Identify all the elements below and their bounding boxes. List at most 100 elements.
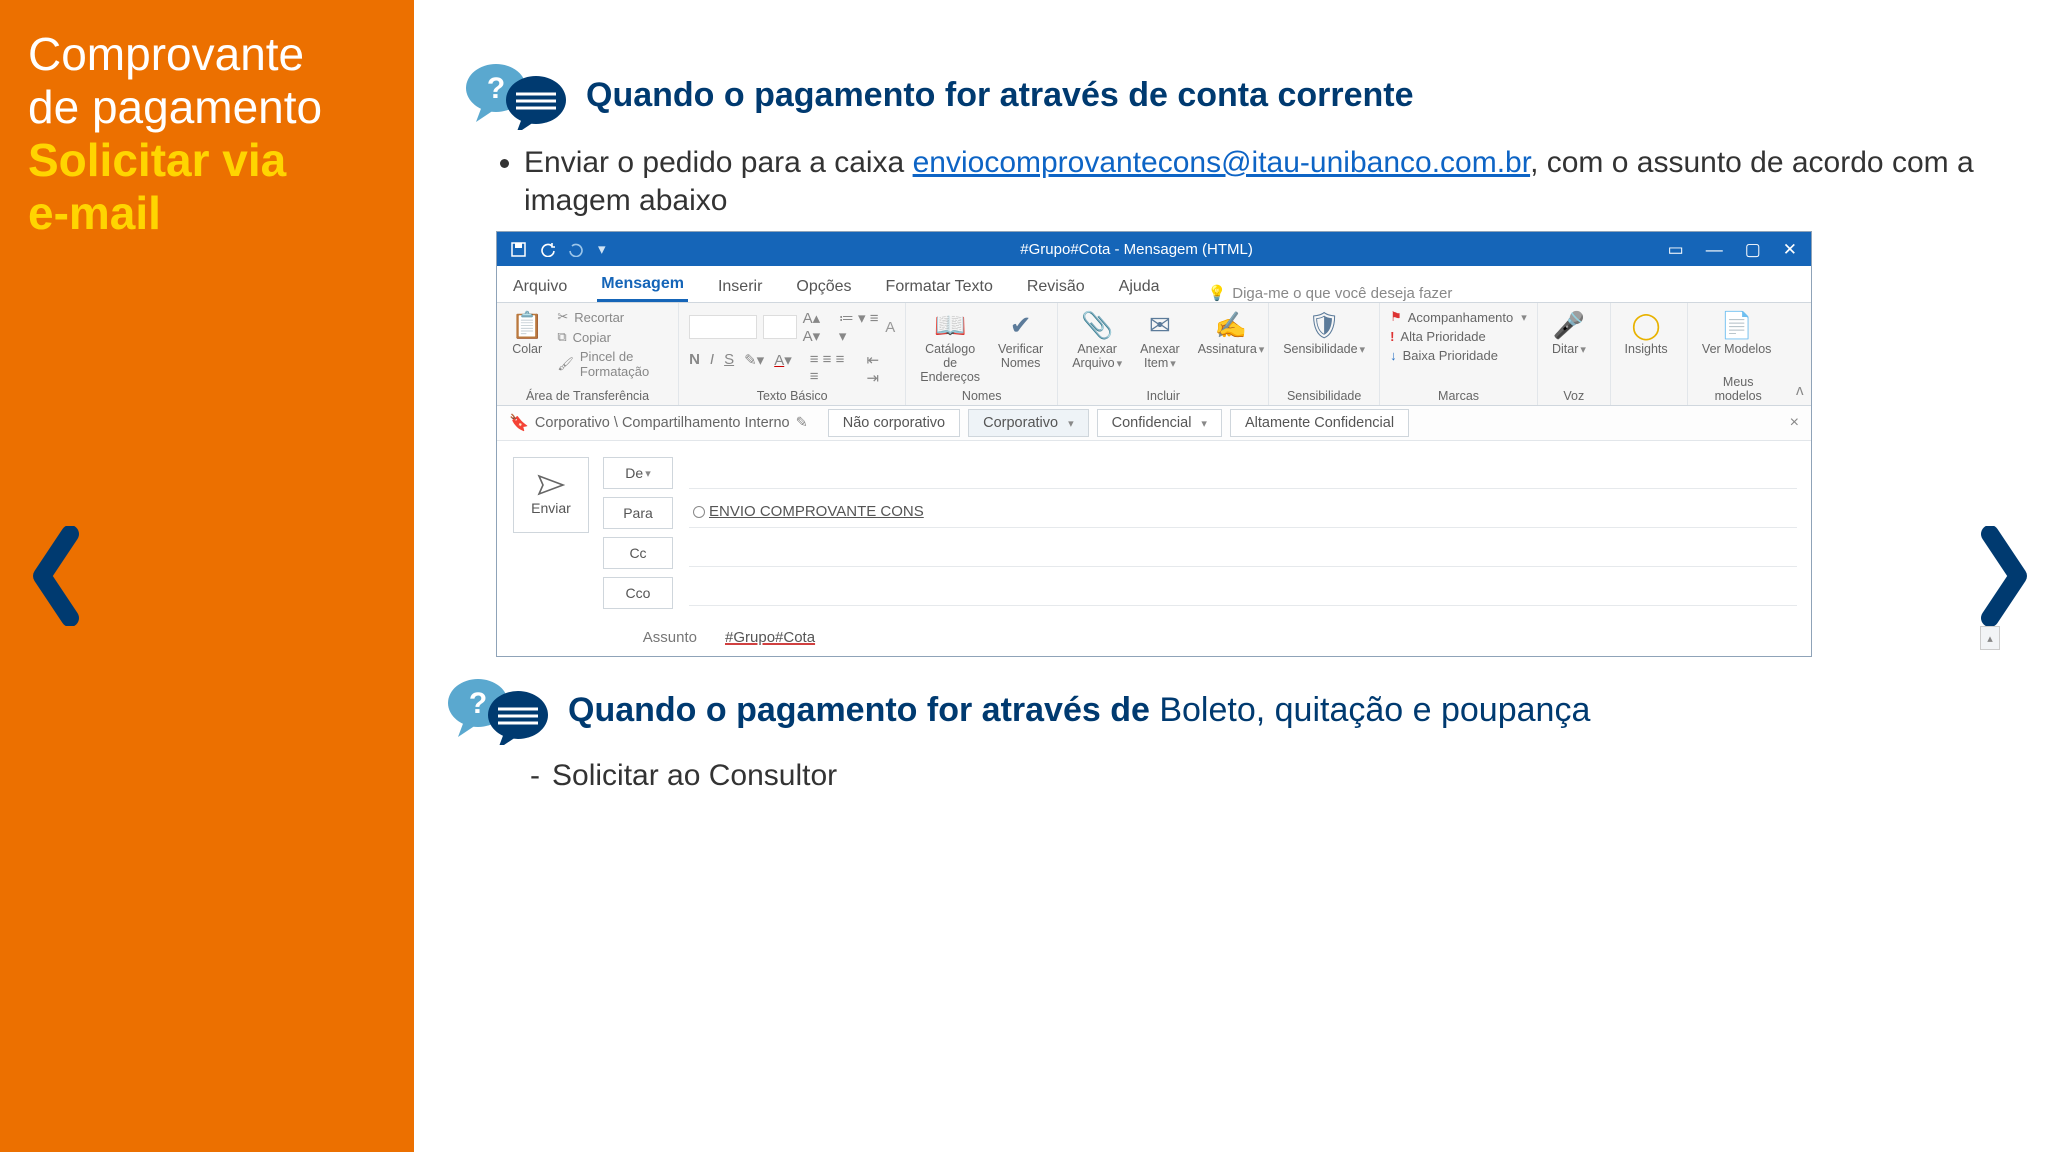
dash-bullet: - (530, 759, 552, 793)
insights-label: Insights (1625, 343, 1668, 357)
minimize-icon[interactable]: — (1706, 241, 1723, 258)
signature-label: Assinatura▾ (1198, 343, 1265, 357)
checknames-label: Verificar Nomes (998, 343, 1043, 371)
sensitivity-current: 🔖Corporativo \ Compartilhamento Interno … (497, 413, 820, 433)
tab-ajuda[interactable]: Ajuda (1115, 278, 1164, 302)
collapse-ribbon-button[interactable]: ʌ (1788, 303, 1811, 405)
outdent-icon[interactable]: A (885, 319, 895, 336)
bold-button[interactable]: N (689, 351, 700, 387)
cc-button[interactable]: Cc (603, 537, 673, 569)
dictate-label: Ditar▾ (1552, 343, 1586, 357)
dictate-button[interactable]: 🎤Ditar▾ (1548, 309, 1590, 357)
attach-file-label: Anexar Arquivo▾ (1072, 343, 1122, 371)
view-templates-button[interactable]: 📄Ver Modelos (1698, 309, 1775, 357)
signature-button[interactable]: ✍ Assinatura▾ (1194, 309, 1269, 357)
sens-opt-nao-corporativo[interactable]: Não corporativo (828, 409, 960, 437)
chat-question-icon: ? (462, 60, 570, 130)
sensitivity-bar: 🔖Corporativo \ Compartilhamento Interno … (497, 406, 1811, 441)
section2-heading-light: Boleto, quitação e poupança (1159, 691, 1590, 729)
list-buttons[interactable]: ≔ ▾ ≡ ▾ (839, 309, 879, 345)
close-sensitivity-bar[interactable]: × (1790, 414, 1799, 432)
section2-list: -Solicitar ao Consultor (530, 759, 1974, 793)
to-button[interactable]: Para (603, 497, 673, 529)
undo-icon[interactable] (540, 242, 555, 257)
cut-button[interactable]: ✂ Recortar (557, 309, 668, 325)
format-painter-button[interactable]: 🖌 Pincel de Formatação (557, 349, 668, 379)
italic-button[interactable]: I (710, 351, 714, 387)
cc-field[interactable] (689, 535, 1797, 567)
high-priority-button[interactable]: !Alta Prioridade (1390, 329, 1486, 344)
title-accent-2: e-mail (28, 187, 386, 240)
sidebar: Comprovante de pagamento Solicitar via e… (0, 0, 414, 1152)
bcc-button[interactable]: Cco (603, 577, 673, 609)
title-line-1: Comprovante (28, 28, 304, 80)
sensitivity-label: Sensibilidade▾ (1283, 343, 1365, 357)
lowprio-label: Baixa Prioridade (1403, 348, 1498, 363)
title-line-2: de pagamento (28, 81, 386, 134)
font-size-select[interactable] (763, 315, 796, 339)
tab-arquivo[interactable]: Arquivo (509, 278, 571, 302)
close-icon[interactable]: ✕ (1783, 241, 1797, 258)
paste-label: Colar (512, 343, 542, 357)
font-size-buttons[interactable]: A▴ A▾ (803, 309, 833, 345)
recipient-chip[interactable]: ENVIO COMPROVANTE CONS (693, 503, 924, 520)
scroll-up-button[interactable]: ▴ (1980, 626, 2000, 650)
indent-buttons[interactable]: ⇤ ⇥ (866, 351, 895, 387)
address-book-button[interactable]: 📖Catálogo de Endereços (916, 309, 984, 384)
redo-icon[interactable] (569, 242, 584, 257)
next-slide-button[interactable] (1980, 526, 2030, 626)
copy-button[interactable]: ⧉ Copiar (557, 329, 668, 345)
signature-icon: ✍ (1215, 309, 1247, 341)
ribbon-options-icon[interactable]: ▭ (1668, 241, 1684, 258)
send-button[interactable]: Enviar (513, 457, 589, 533)
tab-opcoes[interactable]: Opções (792, 278, 855, 302)
follow-up-button[interactable]: ⚑Acompanhamento▾ (1390, 309, 1527, 325)
tab-formatar-texto[interactable]: Formatar Texto (882, 278, 997, 302)
sensitivity-button[interactable]: 🛡Sensibilidade▾ (1279, 309, 1369, 357)
ribbon-tabs: Arquivo Mensagem Inserir Opções Formatar… (497, 266, 1811, 303)
insights-group-label (1621, 387, 1677, 403)
main-content: ? Quando o pagamento for através de cont… (414, 0, 2048, 1152)
tab-mensagem[interactable]: Mensagem (597, 275, 688, 302)
attach-file-button[interactable]: 📎Anexar Arquivo▾ (1068, 309, 1126, 371)
paste-button[interactable]: 📋Colar (507, 309, 547, 357)
title-accent-1: Solicitar via (28, 134, 386, 187)
insights-icon: ◯ (1632, 309, 1661, 341)
maximize-icon[interactable]: ▢ (1745, 241, 1761, 258)
sens-opt-altamente[interactable]: Altamente Confidencial (1230, 409, 1409, 437)
section1-bullet-1: Enviar o pedido para a caixa enviocompro… (524, 144, 1974, 219)
subject-row: Assunto #Grupo#Cota (497, 619, 1811, 656)
check-names-button[interactable]: ✔Verificar Nomes (994, 309, 1047, 371)
from-label: De (625, 465, 643, 481)
prev-slide-button[interactable] (30, 526, 80, 626)
section2-heading: Quando o pagamento for através de Boleto… (568, 691, 1590, 730)
font-name-select[interactable] (689, 315, 757, 339)
tab-inserir[interactable]: Inserir (714, 278, 766, 302)
send-label: Enviar (531, 500, 571, 516)
subject-field[interactable]: #Grupo#Cota (725, 629, 815, 646)
subject-label: Assunto (627, 629, 697, 646)
highlight-button[interactable]: ✎▾ (744, 351, 764, 387)
bcc-field[interactable] (689, 574, 1797, 606)
qat-more-icon[interactable]: ▾ (598, 240, 606, 258)
attach-item-label: Anexar Item▾ (1140, 343, 1180, 371)
tell-me-search[interactable]: 💡Diga-me o que você deseja fazer (1208, 284, 1453, 302)
section1-heading: Quando o pagamento for através de conta … (586, 76, 1414, 115)
tab-revisao[interactable]: Revisão (1023, 278, 1089, 302)
from-field[interactable] (689, 457, 1797, 489)
insights-button[interactable]: ◯ Insights (1621, 309, 1672, 357)
edit-sensitivity-icon[interactable]: ✎ (796, 415, 808, 431)
to-field[interactable]: ENVIO COMPROVANTE CONS (689, 496, 1797, 528)
cut-label: Recortar (574, 310, 624, 325)
font-color-button[interactable]: A▾ (774, 351, 792, 387)
section2-item: Solicitar ao Consultor (552, 759, 837, 792)
low-priority-button[interactable]: ↓Baixa Prioridade (1390, 348, 1498, 363)
support-email-link[interactable]: enviocomprovantecons@itau-unibanco.com.b… (913, 146, 1530, 179)
from-button[interactable]: De ▾ (603, 457, 673, 489)
save-icon[interactable] (511, 242, 526, 257)
sens-opt-corporativo[interactable]: Corporativo▾ (968, 409, 1088, 437)
window-controls: ▭ — ▢ ✕ (1668, 241, 1811, 258)
sens-opt-confidencial[interactable]: Confidencial▾ (1097, 409, 1222, 437)
attach-item-button[interactable]: ✉Anexar Item▾ (1136, 309, 1184, 371)
underline-button[interactable]: S (724, 351, 734, 387)
